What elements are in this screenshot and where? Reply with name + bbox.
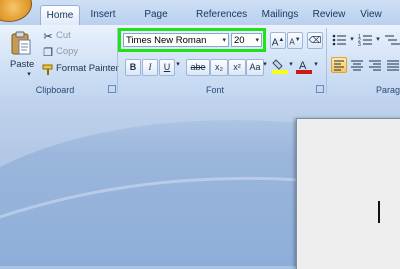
bullets-dropdown-icon[interactable]: ▾ (349, 35, 355, 43)
text-highlight-dropdown-icon[interactable]: ▾ (288, 60, 294, 68)
change-case-dropdown-icon[interactable]: ▾ (262, 60, 268, 68)
cut-button[interactable]: Cut (56, 29, 71, 43)
grow-font-button[interactable]: A▲ (270, 32, 286, 49)
font-size-field[interactable]: 20 ▾ (231, 33, 262, 47)
font-color-dropdown-icon[interactable]: ▾ (313, 60, 319, 68)
font-size-dropdown-icon[interactable]: ▾ (255, 34, 259, 48)
paste-dropdown-icon[interactable]: ▾ (24, 70, 34, 78)
paste-icon[interactable] (10, 30, 32, 56)
text-cursor (378, 201, 380, 223)
italic-button[interactable]: I (142, 59, 158, 76)
text-highlight-icon[interactable] (272, 58, 288, 74)
clipboard-dialog-launcher-icon[interactable] (108, 85, 116, 93)
superscript-button[interactable]: x² (228, 59, 246, 76)
align-right-icon[interactable] (368, 58, 382, 72)
clear-formatting-button[interactable]: ⌫ (307, 32, 323, 49)
format-painter-icon[interactable] (42, 63, 54, 75)
font-dialog-launcher-icon[interactable] (316, 85, 324, 93)
tab-page-layout[interactable]: Page Layout (128, 5, 184, 40)
cut-icon[interactable]: ✂ (42, 30, 54, 43)
justify-icon[interactable] (386, 58, 400, 72)
copy-button[interactable]: Copy (56, 45, 78, 59)
document-page[interactable] (296, 118, 400, 269)
font-size-value: 20 (234, 35, 245, 46)
copy-icon[interactable]: ❐ (42, 46, 54, 59)
underline-dropdown-icon[interactable]: ▾ (175, 60, 181, 68)
font-name-dropdown-icon[interactable]: ▾ (222, 34, 226, 48)
tab-home[interactable]: Home (40, 5, 80, 26)
shrink-font-button[interactable]: A▼ (287, 32, 303, 49)
underline-button[interactable]: U (159, 59, 175, 76)
group-divider (326, 28, 327, 94)
tab-insert[interactable]: Insert (86, 5, 120, 25)
paragraph-group-label: Parag (376, 85, 400, 95)
font-name-field[interactable]: Times New Roman ▾ (123, 33, 229, 47)
numbering-dropdown-icon[interactable]: ▾ (375, 35, 381, 43)
multilevel-list-icon[interactable] (384, 33, 400, 47)
tab-view[interactable]: View (358, 5, 384, 25)
tab-mailings[interactable]: Mailings (258, 5, 302, 25)
svg-text:3: 3 (358, 42, 361, 47)
format-painter-button[interactable]: Format Painter (56, 62, 119, 76)
clipboard-group-label: Clipboard (35, 85, 75, 95)
numbering-icon[interactable]: 123 (358, 33, 374, 48)
font-group-label: Font (205, 85, 224, 95)
align-left-icon (334, 60, 344, 71)
align-center-icon[interactable] (350, 58, 364, 72)
tab-references[interactable]: References (196, 5, 247, 25)
font-color-icon[interactable]: A (296, 58, 312, 74)
clear-formatting-icon: ⌫ (308, 35, 322, 45)
bullets-icon[interactable] (332, 33, 348, 47)
strikethrough-button[interactable]: abe (186, 59, 210, 76)
align-left-button[interactable] (331, 57, 347, 73)
subscript-button[interactable]: x₂ (210, 59, 228, 76)
font-name-value: Times New Roman (126, 35, 207, 46)
tab-review[interactable]: Review (310, 5, 348, 25)
bold-button[interactable]: B (125, 59, 141, 76)
